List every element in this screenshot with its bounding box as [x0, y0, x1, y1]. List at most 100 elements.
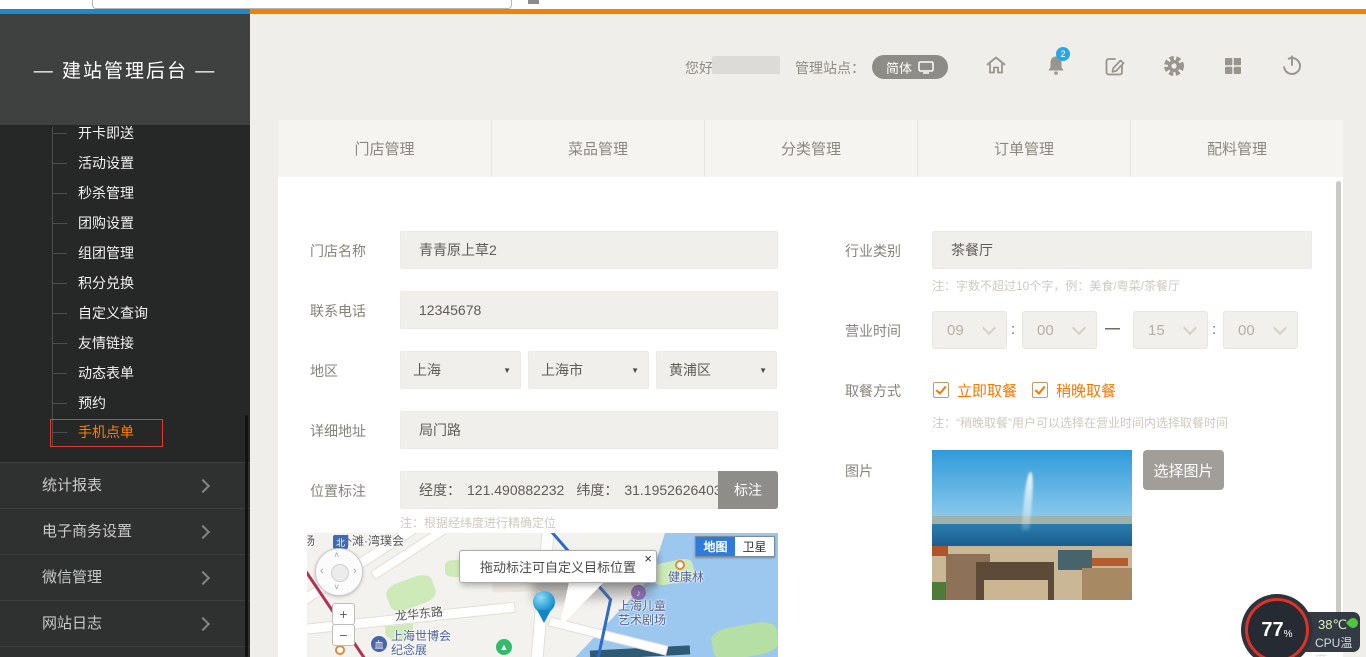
pickup-note: 注：“稍晚取餐”用户可以选择在营业时间内选择取餐时间 — [932, 414, 1228, 431]
browser-addressbar-stub[interactable] — [92, 0, 512, 9]
sidebar-item-links[interactable]: 友情链接 — [78, 333, 134, 353]
pickup-now-label[interactable]: 立即取餐 — [957, 380, 1017, 401]
open-minute-select[interactable]: 00 — [1022, 311, 1097, 349]
pan-center-dot[interactable] — [331, 564, 349, 582]
province-select[interactable]: 上海▼ — [400, 351, 521, 389]
theater-line1: 上海儿童 — [618, 599, 666, 613]
gauge-percent-sign: % — [1284, 629, 1293, 640]
map-view-button[interactable]: 地图 — [696, 537, 735, 556]
pan-left-icon[interactable]: ‹ — [320, 565, 324, 577]
sidebar-title: — 建站管理后台 — — [0, 14, 250, 125]
chevron-right-icon — [196, 479, 210, 493]
section-label: 电子商务设置 — [42, 523, 132, 540]
phone-input[interactable] — [400, 291, 778, 329]
close-minute-select[interactable]: 00 — [1223, 311, 1298, 349]
sidebar-item-dynamic-form[interactable]: 动态表单 — [78, 363, 134, 383]
sidebar-item-custom-query[interactable]: 自定义查询 — [78, 303, 148, 323]
power-icon[interactable] — [1280, 53, 1304, 77]
photo-water — [932, 524, 1132, 546]
gear-icon[interactable] — [1162, 54, 1186, 78]
photo-roof — [932, 546, 948, 556]
tree-tick — [52, 223, 67, 224]
park-poi-icon[interactable]: ▲ — [496, 639, 512, 655]
poi-dot[interactable] — [675, 560, 685, 570]
lat-label: 纬度： — [576, 480, 618, 500]
pan-up-icon[interactable]: ˄ — [334, 550, 339, 560]
tabstrip: 门店管理 菜品管理 分类管理 订单管理 配料管理 — [278, 120, 1343, 177]
open-hour-select[interactable]: 09 — [932, 311, 1007, 349]
tab-store-management[interactable]: 门店管理 — [278, 120, 491, 177]
sidebar-item-booking[interactable]: 预约 — [78, 393, 106, 413]
pickup-later-checkbox[interactable] — [1032, 382, 1048, 398]
phone-label: 联系电话 — [310, 301, 366, 321]
tab-category-management[interactable]: 分类管理 — [704, 120, 917, 177]
choose-image-button[interactable]: 选择图片 — [1143, 450, 1224, 490]
district-select[interactable]: 黄浦区▼ — [656, 351, 777, 389]
tree-tick — [52, 193, 67, 194]
map-label-bund: 外滩·湾璞会 — [340, 534, 404, 548]
close-hour-select[interactable]: 15 — [1133, 311, 1208, 349]
satellite-view-button[interactable]: 卫星 — [735, 537, 774, 556]
check-icon — [1034, 383, 1045, 395]
chevron-down-icon — [982, 320, 996, 334]
sidebar-item-card-gift[interactable]: 开卡即送 — [78, 123, 134, 143]
pan-down-icon[interactable]: ˅ — [334, 582, 339, 592]
sidebar-item-group[interactable]: 组团管理 — [78, 243, 134, 263]
notification-badge: 2 — [1056, 47, 1070, 61]
lat-value[interactable]: 31.1952626403 — [624, 482, 721, 498]
sidebar-item-activity[interactable]: 活动设置 — [78, 153, 134, 173]
mark-location-button[interactable]: 标注 — [718, 471, 778, 509]
map[interactable]: 场 外滩·湾璞会 龙华东路 血 上海世博会纪念展 ▲ 上海儿童艺术剧场 ♪ 健康… — [307, 533, 778, 657]
tab-dish-management[interactable]: 菜品管理 — [491, 120, 704, 177]
sidebar-section-reports[interactable]: 统计报表 — [0, 463, 250, 509]
home-icon[interactable] — [984, 53, 1008, 77]
industry-note: 注：字数不超过10个字，例：美食/粤菜/茶餐厅 — [932, 277, 1180, 294]
tooltip-close-icon[interactable]: × — [644, 551, 652, 566]
sidebar-item-seckill[interactable]: 秒杀管理 — [78, 183, 134, 203]
language-switch-button[interactable]: 简体 — [872, 55, 948, 79]
lng-value[interactable]: 121.490882232 — [467, 482, 564, 498]
cpu-gauge[interactable]: 77% — [1245, 598, 1309, 657]
store-photo — [932, 450, 1132, 600]
map-pan-control[interactable]: ˄ ˅ ‹ › — [315, 548, 363, 596]
location-note: 注：根据经纬度进行精确定位 — [400, 514, 556, 531]
apps-grid-icon[interactable] — [1221, 54, 1245, 78]
sidebar-section-sitelog[interactable]: 网站日志 — [0, 601, 250, 647]
sidebar-item-groupbuy[interactable]: 团购设置 — [78, 213, 134, 233]
tree-tick — [52, 313, 67, 314]
time-dash: — — [1105, 320, 1120, 337]
sidebar-section-wechat[interactable]: 微信管理 — [0, 555, 250, 601]
address-input[interactable] — [400, 411, 778, 449]
industry-input[interactable] — [932, 231, 1312, 269]
site-label: 管理站点： — [795, 58, 865, 78]
poi-dot[interactable] — [335, 645, 345, 655]
time-colon: : — [1212, 321, 1216, 338]
dropdown-triangle-icon: ▼ — [631, 366, 639, 375]
photo-trees — [932, 582, 946, 600]
sidebar-section-ecommerce[interactable]: 电子商务设置 — [0, 509, 250, 555]
zoom-in-button[interactable]: + — [332, 603, 355, 625]
museum-poi-icon[interactable]: 血 — [371, 636, 387, 652]
district-value: 黄浦区 — [669, 360, 711, 380]
panel-scrollbar[interactable] — [1336, 181, 1341, 636]
north-indicator: 北 — [333, 535, 348, 549]
sidebar-item-mobile-order[interactable]: 手机点单 — [78, 422, 134, 442]
monitor-icon — [918, 61, 934, 74]
pickup-now-checkbox[interactable] — [933, 382, 949, 398]
sidebar-scrollbar[interactable] — [245, 415, 248, 657]
tab-ingredient-management[interactable]: 配料管理 — [1130, 120, 1343, 177]
tree-tick — [52, 163, 67, 164]
expo-line2: 纪念展 — [391, 643, 427, 657]
store-name-input[interactable] — [400, 231, 778, 269]
pickup-later-label[interactable]: 稍晚取餐 — [1056, 380, 1116, 401]
cpu-temp-label: CPU温度 — [1315, 634, 1360, 657]
chevron-down-icon — [1183, 320, 1197, 334]
pan-right-icon[interactable]: › — [353, 565, 357, 577]
sidebar-item-points[interactable]: 积分兑换 — [78, 273, 134, 293]
city-select[interactable]: 上海市▼ — [528, 351, 649, 389]
chevron-right-icon — [196, 571, 210, 585]
map-pin[interactable] — [533, 591, 559, 627]
tab-order-management[interactable]: 订单管理 — [917, 120, 1130, 177]
edit-icon[interactable] — [1103, 54, 1127, 78]
zoom-out-button[interactable]: − — [332, 624, 355, 646]
